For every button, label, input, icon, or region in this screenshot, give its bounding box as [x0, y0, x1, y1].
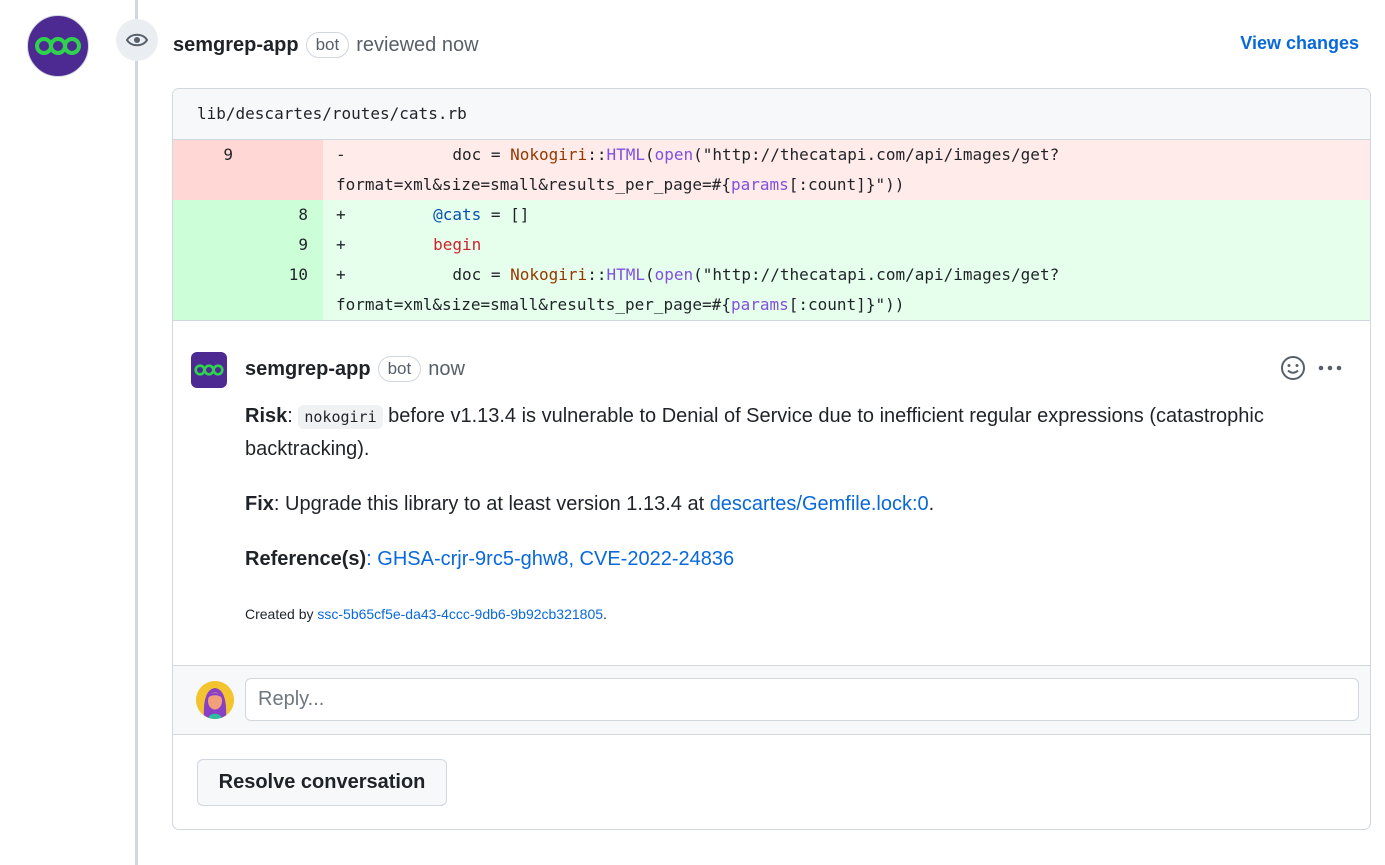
reply-bar: Reply... — [173, 665, 1370, 735]
file-path[interactable]: lib/descartes/routes/cats.rb — [173, 89, 1370, 140]
new-line-number[interactable]: 8 — [248, 200, 323, 230]
old-line-number — [173, 260, 248, 290]
old-line-number — [173, 200, 248, 230]
eye-icon — [126, 33, 148, 47]
new-line-number — [248, 140, 323, 170]
review-thread: lib/descartes/routes/cats.rb 9 - doc = N… — [172, 88, 1371, 830]
risk-paragraph: Risk: nokogiri before v1.13.4 is vulnera… — [245, 405, 1264, 460]
review-action-text: reviewed now — [356, 33, 479, 56]
diff-marker: + — [336, 265, 346, 284]
diff-row-added: 8 + @cats = [] — [173, 200, 1370, 230]
comment-body: Risk: nokogiri before v1.13.4 is vulnera… — [245, 400, 1325, 598]
diff-marker: - — [336, 145, 346, 164]
comment-timestamp[interactable]: now — [428, 358, 465, 381]
diff-code: + begin — [323, 230, 1370, 260]
diff-marker: + — [336, 235, 346, 254]
reference-links[interactable]: GHSA-crjr-9rc5-ghw8, CVE-2022-24836 — [377, 548, 734, 570]
semgrep-logo-icon — [194, 364, 224, 376]
review-eye-badge — [116, 19, 158, 61]
view-changes-link[interactable]: View changes — [1240, 33, 1359, 54]
diff-row-removed: 9 - doc = Nokogiri::HTML(open("http://th… — [173, 140, 1370, 200]
review-header: semgrep-app bot reviewed now — [173, 30, 479, 60]
created-by-link[interactable]: ssc-5b65cf5e-da43-4ccc-9db6-9b92cb321805 — [317, 606, 603, 622]
bot-label: bot — [377, 356, 422, 382]
review-comment: semgrep-app bot now Risk: nokogiri befor… — [173, 320, 1370, 666]
comment-avatar[interactable] — [191, 352, 227, 388]
diff-code: + doc = Nokogiri::HTML(open("http://thec… — [323, 260, 1370, 320]
diff-marker: + — [336, 205, 346, 224]
diff-code: + @cats = [] — [323, 200, 1370, 230]
user-avatar[interactable] — [196, 681, 234, 719]
comment-actions — [1280, 355, 1344, 381]
comment-author-link[interactable]: semgrep-app — [245, 358, 371, 381]
timeline-line — [135, 0, 138, 865]
fix-paragraph: Fix: Upgrade this library to at least ve… — [245, 493, 935, 515]
review-author-link[interactable]: semgrep-app — [173, 34, 299, 57]
created-by-line: Created by ssc-5b65cf5e-da43-4ccc-9db6-9… — [245, 606, 607, 622]
diff-code: - doc = Nokogiri::HTML(open("http://thec… — [323, 140, 1370, 200]
inline-code: nokogiri — [298, 405, 383, 429]
semgrep-logo-icon — [35, 37, 81, 55]
new-line-number[interactable]: 9 — [248, 230, 323, 260]
gemfile-lock-link[interactable]: descartes/Gemfile.lock:0 — [710, 493, 929, 515]
semgrep-avatar[interactable] — [27, 15, 89, 77]
diff-row-added: 9 + begin — [173, 230, 1370, 260]
diff-row-added: 10 + doc = Nokogiri::HTML(open("http://t… — [173, 260, 1370, 320]
old-line-number[interactable]: 9 — [173, 140, 248, 170]
new-line-number[interactable]: 10 — [248, 260, 323, 290]
comment-header: semgrep-app bot now — [245, 354, 465, 384]
user-avatar-icon — [196, 681, 234, 719]
old-line-number — [173, 230, 248, 260]
reply-input[interactable]: Reply... — [245, 678, 1359, 721]
reference-paragraph: Reference(s): GHSA-crjr-9rc5-ghw8, CVE-2… — [245, 548, 735, 570]
bot-label: bot — [305, 32, 350, 58]
smiley-reaction-icon[interactable] — [1280, 355, 1306, 381]
resolve-conversation-button[interactable]: Resolve conversation — [197, 759, 447, 806]
kebab-menu-icon[interactable] — [1316, 355, 1344, 381]
